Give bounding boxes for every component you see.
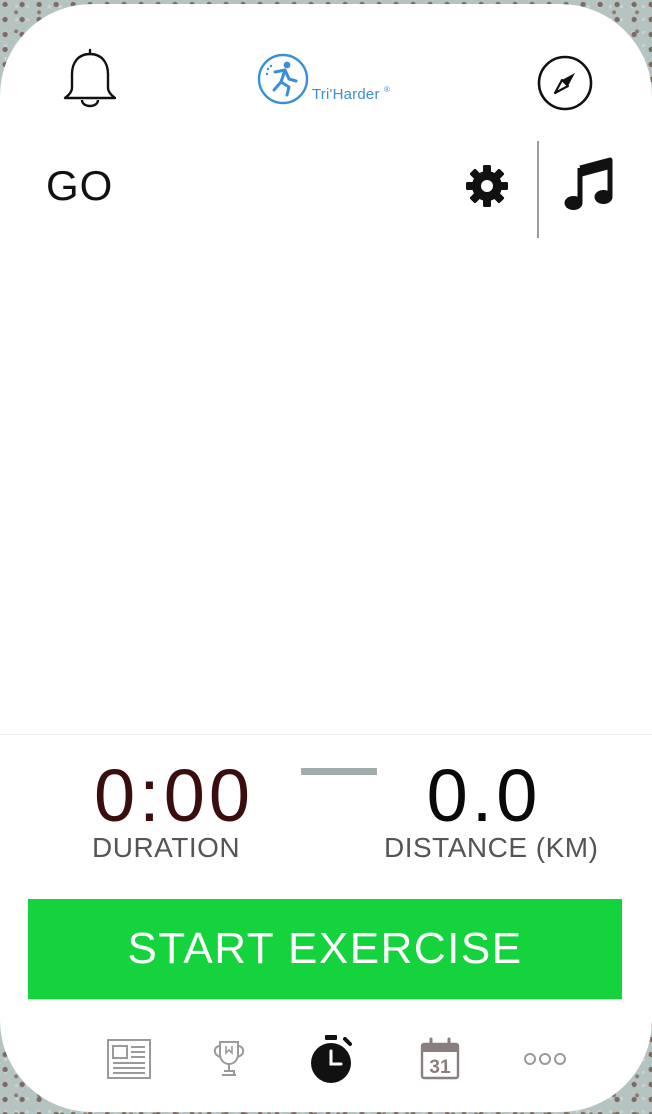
- compass-icon[interactable]: [536, 54, 594, 112]
- calendar-day: 31: [429, 1057, 451, 1078]
- more-icon: [524, 1053, 566, 1065]
- logo-registered-mark: ®: [384, 85, 390, 94]
- page-title: GO: [46, 162, 114, 209]
- duration-value: 0:00: [93, 754, 255, 837]
- tab-news[interactable]: [94, 1024, 164, 1094]
- trophy-icon: [213, 1041, 245, 1076]
- distance-value: 0.0: [426, 754, 542, 837]
- stopwatch-icon: [311, 1035, 352, 1083]
- exercise-stats: 0:00 DURATION 0.0 DISTANCE (KM): [0, 756, 652, 876]
- stats-separator: [301, 768, 377, 775]
- music-note-icon[interactable]: [564, 156, 614, 214]
- tab-achievements[interactable]: [194, 1024, 264, 1094]
- calendar-icon: 31: [420, 1037, 460, 1080]
- logo-text: Tri'Harder: [312, 86, 380, 103]
- distance-label: DISTANCE (KM): [384, 832, 599, 863]
- map-bottom-edge: [0, 734, 652, 735]
- bottom-tab-bar: 31: [0, 1024, 652, 1104]
- bell-icon[interactable]: [60, 48, 120, 112]
- map-area[interactable]: [0, 242, 652, 730]
- tab-more[interactable]: [510, 1024, 580, 1094]
- phone-screen: Tri'Harder ® GO 0:00 DURATION 0.0 DISTAN…: [0, 4, 652, 1112]
- duration-label: DURATION: [92, 832, 241, 863]
- tab-calendar[interactable]: 31: [405, 1024, 475, 1094]
- app-logo: Tri'Harder ®: [256, 52, 396, 112]
- newspaper-icon: [107, 1039, 151, 1079]
- start-exercise-button[interactable]: START EXERCISE: [28, 899, 622, 999]
- gear-icon[interactable]: [464, 163, 510, 209]
- tab-go[interactable]: [297, 1024, 367, 1094]
- toolbar-divider: [537, 141, 539, 238]
- runner-logo-icon: [257, 53, 309, 105]
